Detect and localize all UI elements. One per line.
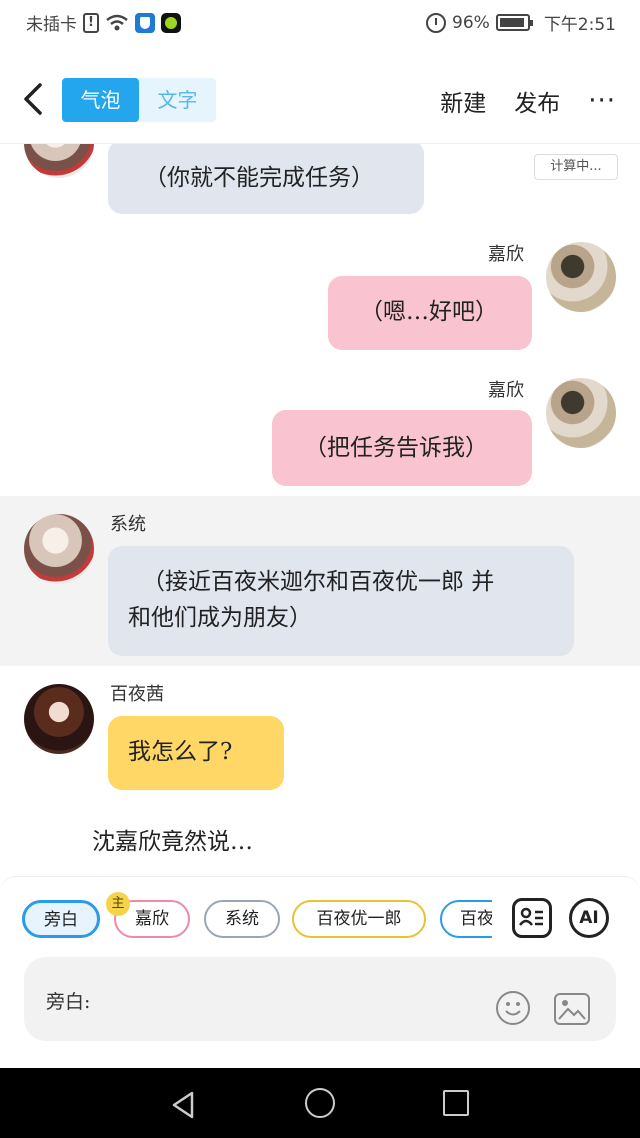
top-bar: 气泡 文字 新建 发布 ··· (0, 58, 640, 144)
shield-icon (135, 12, 155, 33)
publish-button[interactable]: 发布 (514, 84, 560, 118)
message-line: （接近百夜米迦尔和百夜优一郎 并 (142, 569, 495, 595)
avatar[interactable] (546, 378, 616, 448)
role-chip-list[interactable]: 旁白 嘉欣 系统 百夜优一郎 百夜 (22, 900, 492, 940)
speaker-name: 百夜茜 (110, 684, 164, 705)
emoji-icon[interactable] (496, 991, 530, 1025)
calculating-badge: 计算中... (534, 154, 618, 180)
contact-card-icon[interactable] (512, 898, 552, 938)
narration-text[interactable]: 沈嘉欣竟然说… (92, 822, 253, 856)
avatar[interactable] (24, 144, 94, 178)
new-button[interactable]: 新建 (440, 84, 486, 118)
role-chip-baiye[interactable]: 百夜 (440, 900, 492, 938)
more-icon[interactable]: ··· (588, 88, 616, 114)
status-bar: 未插卡 ! 96% 下午2:51 (0, 0, 640, 44)
avatar[interactable] (546, 242, 616, 312)
nav-recents-icon[interactable] (443, 1090, 469, 1116)
wifi-icon (106, 14, 128, 30)
app-icon (161, 12, 181, 33)
speaker-name: 嘉欣 (488, 244, 524, 265)
avatar[interactable] (24, 684, 94, 754)
system-nav-bar (0, 1068, 640, 1138)
back-arrow-icon[interactable] (20, 82, 48, 116)
speaker-name: 嘉欣 (488, 380, 524, 401)
avatar[interactable] (24, 514, 94, 584)
message-line: 和他们成为朋友） (128, 605, 312, 631)
message-bubble[interactable]: （接近百夜米迦尔和百夜优一郎 并 和他们成为朋友） (108, 546, 574, 656)
message-input[interactable]: 旁白: (24, 957, 616, 1041)
tab-bubble[interactable]: 气泡 (62, 78, 139, 122)
battery-percent: 96% (452, 12, 490, 33)
role-chip-narrator[interactable]: 旁白 (22, 900, 100, 938)
speaker-name: 系统 (110, 514, 146, 535)
message-bubble[interactable]: （你就不能完成任务） (108, 144, 424, 214)
message-bubble[interactable]: （把任务告诉我） (272, 410, 532, 486)
tab-text[interactable]: 文字 (139, 78, 216, 122)
ai-button[interactable]: AI (569, 898, 609, 938)
role-chip-yuichiro[interactable]: 百夜优一郎 (292, 900, 426, 938)
image-icon[interactable] (554, 993, 590, 1025)
input-role-label: 旁白: (46, 991, 91, 1013)
role-chip-system[interactable]: 系统 (204, 900, 280, 938)
nav-home-icon[interactable] (305, 1088, 335, 1118)
message-bubble[interactable]: （嗯…好吧） (328, 276, 532, 350)
battery-icon (495, 14, 533, 31)
message-bubble[interactable]: 我怎么了? (108, 716, 284, 790)
alert-icon: ! (83, 12, 99, 33)
chat-area[interactable]: （你就不能完成任务） 计算中... 嘉欣 （嗯…好吧） 嘉欣 （把任务告诉我） … (0, 144, 640, 876)
alarm-icon (426, 12, 447, 33)
nav-back-icon[interactable] (170, 1090, 196, 1120)
carrier-text: 未插卡 (26, 15, 77, 35)
mode-toggle: 气泡 文字 (62, 78, 216, 122)
main-role-badge: 主 (106, 892, 130, 916)
clock: 下午2:51 (543, 15, 616, 35)
